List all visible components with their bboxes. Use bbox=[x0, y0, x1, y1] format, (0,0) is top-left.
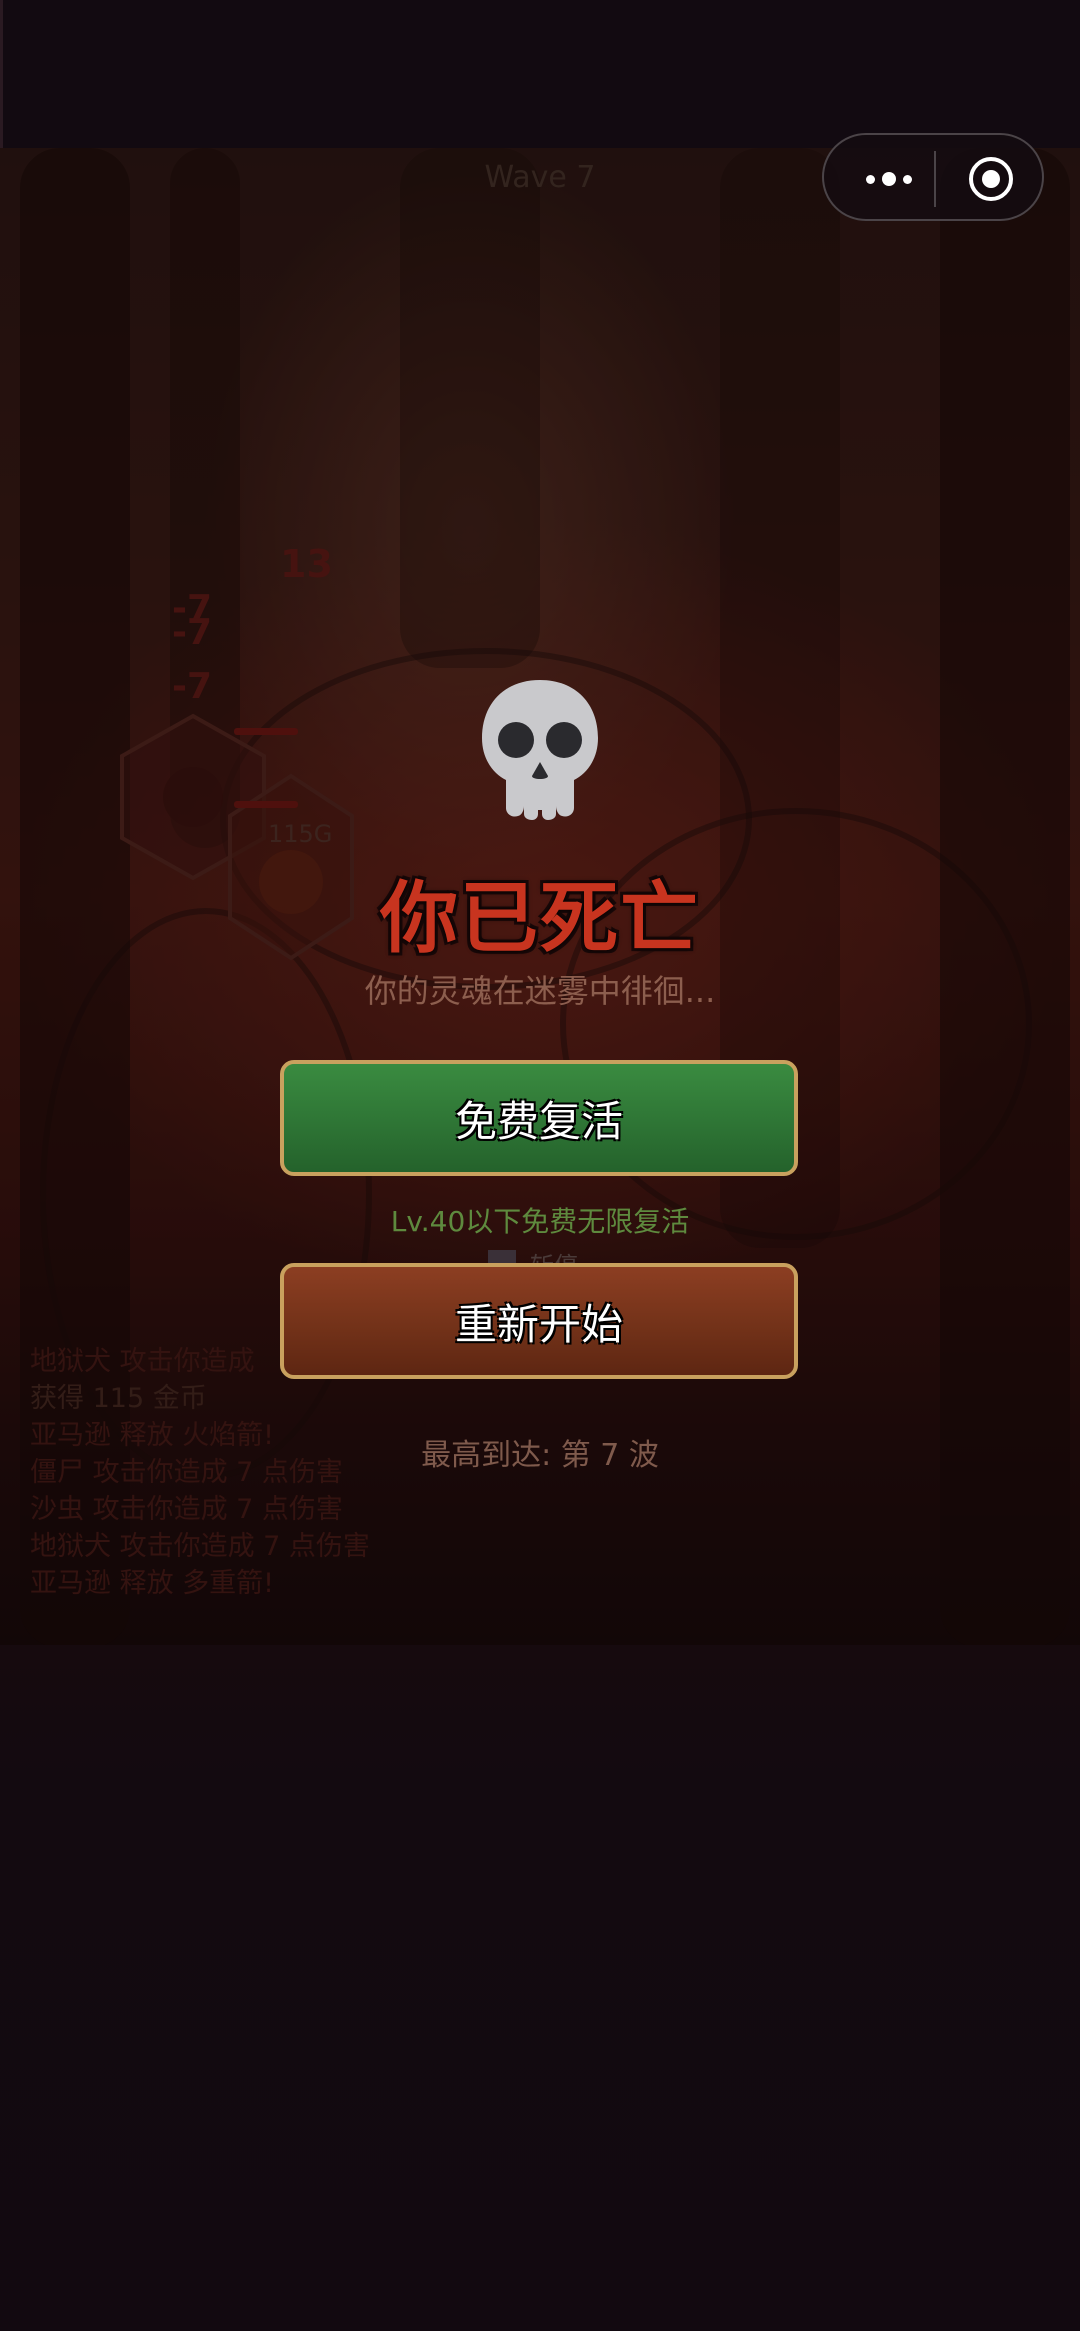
more-dots-icon[interactable] bbox=[854, 157, 924, 201]
restart-button[interactable]: 重新开始 bbox=[280, 1263, 798, 1379]
best-wave-label: 最高到达: 第 7 波 bbox=[421, 1438, 659, 1473]
dot bbox=[866, 174, 875, 184]
dot bbox=[903, 174, 912, 184]
free-revive-button[interactable]: 免费复活 bbox=[280, 1060, 798, 1176]
death-subtitle: 你的灵魂在迷雾中徘徊... bbox=[364, 972, 716, 1010]
top-status-strip bbox=[0, 0, 1080, 148]
game-screen: Wave 7 13 -7 -7 -7 115G 地狱犬 攻击你造成 获得 115… bbox=[0, 0, 1080, 2331]
bottom-empty-area bbox=[0, 1645, 1080, 2331]
dot bbox=[882, 172, 896, 186]
target-circle-icon[interactable] bbox=[966, 154, 1016, 204]
mini-program-capsule bbox=[822, 133, 1044, 221]
skull-icon bbox=[482, 680, 598, 820]
revive-hint: Lv.40以下免费无限复活 bbox=[390, 1205, 690, 1238]
death-title: 你已死亡 bbox=[379, 874, 700, 964]
capsule-divider bbox=[934, 151, 936, 207]
